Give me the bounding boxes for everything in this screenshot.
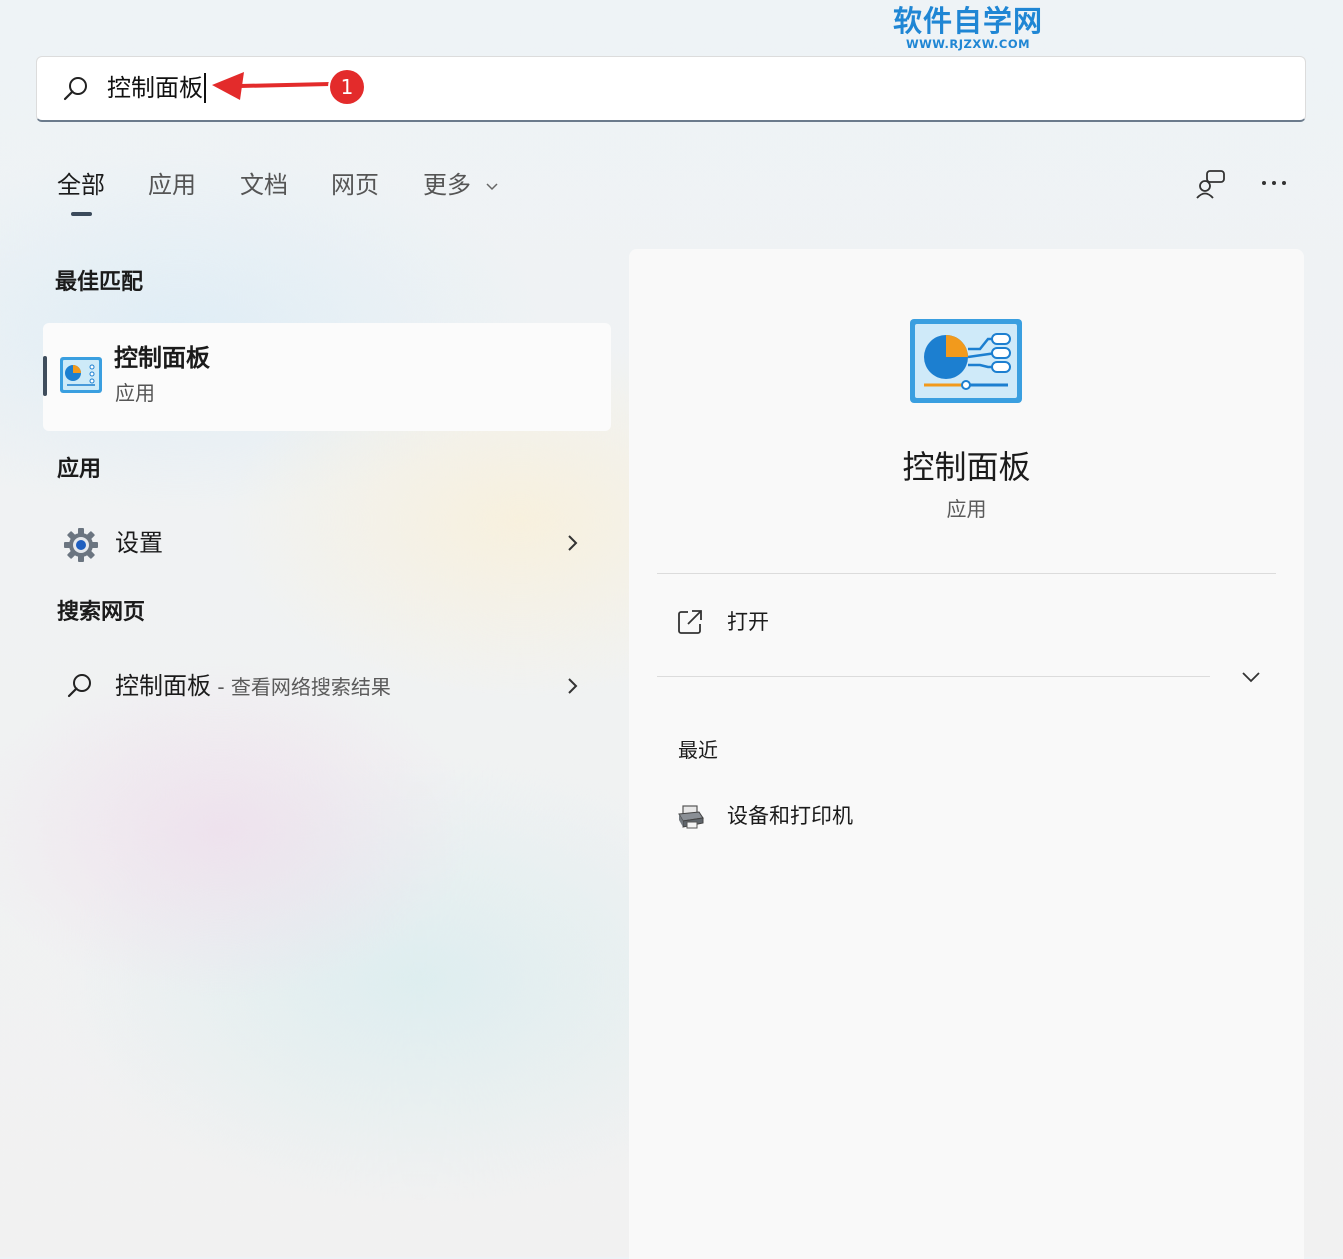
tab-web[interactable]: 网页 bbox=[331, 168, 379, 202]
recent-item-label: 设备和打印机 bbox=[727, 804, 853, 828]
recent-heading: 最近 bbox=[678, 738, 718, 762]
watermark-url: WWW.RJZXW.COM bbox=[905, 37, 1031, 51]
open-button[interactable]: 打开 bbox=[657, 595, 1057, 651]
tab-active-indicator bbox=[71, 212, 92, 216]
web-search-subtext: - 查看网络搜索结果 bbox=[211, 675, 391, 699]
detail-panel: 控制面板 应用 打开 最近 设备和打印机 bbox=[629, 249, 1304, 1259]
chat-feedback-icon[interactable] bbox=[1192, 165, 1232, 205]
open-button-label: 打开 bbox=[727, 610, 769, 634]
chevron-right-icon bbox=[568, 678, 578, 694]
control-panel-icon bbox=[910, 319, 1022, 403]
app-item-settings[interactable]: 设置 bbox=[43, 513, 611, 573]
annotation-badge-1: 1 bbox=[330, 70, 364, 104]
web-search-label: 控制面板 - 查看网络搜索结果 bbox=[115, 669, 391, 704]
chevron-right-icon bbox=[568, 535, 578, 551]
tab-more[interactable]: 更多 bbox=[423, 168, 499, 202]
divider bbox=[657, 573, 1276, 574]
devices-printers-icon bbox=[678, 805, 704, 829]
app-item-settings-label: 设置 bbox=[115, 529, 163, 557]
detail-title: 控制面板 bbox=[902, 448, 1031, 486]
chevron-down-icon bbox=[486, 183, 498, 191]
best-match-heading: 最佳匹配 bbox=[55, 270, 144, 295]
watermark: 软件自学网 WWW.RJZXW.COM bbox=[893, 4, 1043, 50]
control-panel-icon bbox=[60, 357, 102, 393]
web-search-query: 控制面板 bbox=[115, 672, 211, 700]
selection-accent bbox=[43, 356, 47, 396]
chevron-down-icon[interactable] bbox=[1239, 667, 1263, 687]
best-match-name: 控制面板 bbox=[114, 344, 210, 372]
web-search-heading: 搜索网页 bbox=[57, 600, 146, 625]
search-input[interactable]: 控制面板 bbox=[107, 72, 206, 104]
best-match-type: 应用 bbox=[115, 381, 155, 405]
web-search-item[interactable]: 控制面板 - 查看网络搜索结果 bbox=[43, 656, 611, 716]
search-icon bbox=[63, 77, 87, 101]
tab-apps[interactable]: 应用 bbox=[148, 168, 196, 202]
recent-item-devices-printers[interactable]: 设备和打印机 bbox=[657, 795, 1057, 841]
divider bbox=[657, 676, 1210, 677]
tab-documents[interactable]: 文档 bbox=[240, 168, 288, 202]
search-box[interactable]: 控制面板 bbox=[36, 56, 1306, 122]
search-icon bbox=[67, 674, 91, 698]
watermark-title: 软件自学网 bbox=[893, 4, 1044, 38]
search-input-value: 控制面板 bbox=[107, 74, 203, 102]
detail-type: 应用 bbox=[946, 497, 987, 521]
apps-heading: 应用 bbox=[57, 457, 102, 482]
open-external-icon bbox=[678, 610, 702, 634]
tab-all[interactable]: 全部 bbox=[57, 168, 105, 202]
tab-more-label: 更多 bbox=[423, 171, 471, 199]
settings-gear-icon bbox=[64, 528, 98, 562]
ellipsis-icon[interactable] bbox=[1255, 165, 1295, 205]
text-caret bbox=[204, 73, 206, 103]
best-match-item[interactable]: 控制面板 应用 bbox=[43, 323, 611, 431]
